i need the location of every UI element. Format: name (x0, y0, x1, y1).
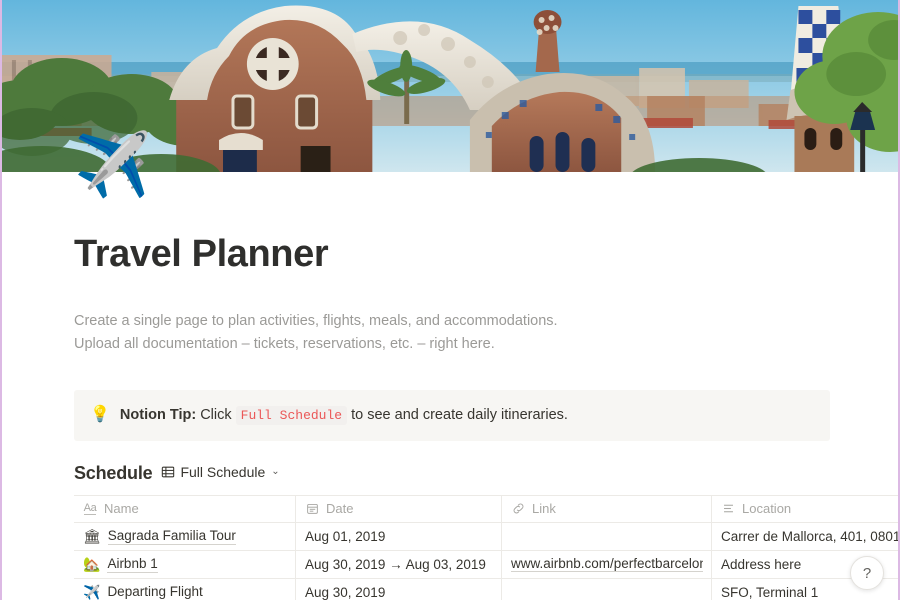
cell-name[interactable]: 🏡 Airbnb 1 (74, 551, 296, 578)
callout-before-code: Click (196, 407, 235, 423)
page-content: Travel Planner Create a single page to p… (2, 234, 898, 600)
row-emoji-icon: 🏡 (83, 556, 100, 573)
column-header-date[interactable]: Date (296, 496, 502, 522)
callout-text: Notion Tip: Click Full Schedule to see a… (120, 405, 568, 426)
page-title[interactable]: Travel Planner (74, 234, 826, 276)
schedule-header-row: Schedule Full Schedule ⌄ (74, 463, 826, 484)
column-header-name-label: Name (104, 501, 139, 516)
callout-lead: Notion Tip: (120, 407, 196, 423)
page-description-line-2: Upload all documentation – tickets, rese… (74, 333, 826, 356)
column-header-link[interactable]: Link (502, 496, 712, 522)
row-title[interactable]: Sagrada Familia Tour (108, 528, 236, 545)
cell-date[interactable]: Aug 30, 2019 (296, 579, 502, 600)
row-emoji-icon: ✈️ (83, 584, 100, 600)
schedule-table: Aa Name Date (74, 495, 900, 600)
row-title[interactable]: Airbnb 1 (107, 556, 157, 573)
cell-location[interactable]: Carrer de Mallorca, 401, 08013 B (712, 523, 900, 550)
calendar-icon (305, 502, 319, 516)
notion-tip-callout[interactable]: 💡 Notion Tip: Click Full Schedule to see… (74, 390, 830, 441)
row-emoji-icon: 🏛 (83, 528, 101, 545)
full-schedule-view-link[interactable]: Full Schedule ⌄ (161, 464, 279, 480)
callout-after-code: to see and create daily itineraries. (347, 407, 568, 423)
table-header-row: Aa Name Date (74, 496, 900, 523)
page-description-line-1: Create a single page to plan activities,… (74, 310, 826, 333)
lightbulb-icon: 💡 (90, 405, 110, 425)
row-title[interactable]: Departing Flight (107, 584, 202, 600)
chevron-down-icon: ⌄ (271, 466, 279, 477)
cell-name[interactable]: 🏛 Sagrada Familia Tour (74, 523, 296, 550)
page-icon-airplane[interactable]: ✈️ (74, 130, 146, 202)
schedule-heading[interactable]: Schedule (74, 463, 152, 484)
page-description[interactable]: Create a single page to plan activities,… (74, 310, 826, 357)
column-header-name[interactable]: Aa Name (74, 496, 296, 522)
cell-date[interactable]: Aug 30, 2019 → Aug 03, 2019 (296, 551, 502, 578)
cell-link[interactable]: www.airbnb.com/perfectbarcelonah (502, 551, 712, 578)
help-button[interactable]: ? (850, 556, 884, 590)
cell-link[interactable] (502, 523, 712, 550)
text-lines-icon (721, 502, 735, 516)
column-header-link-label: Link (532, 501, 556, 516)
column-header-location-label: Location (742, 501, 791, 516)
row-link[interactable]: www.airbnb.com/perfectbarcelonah (511, 556, 703, 572)
full-schedule-label: Full Schedule (180, 464, 265, 480)
table-grid-icon (161, 465, 175, 479)
cell-date[interactable]: Aug 01, 2019 (296, 523, 502, 550)
link-icon (511, 502, 525, 516)
table-row[interactable]: ✈️ Departing Flight Aug 30, 2019 SFO, Te… (74, 579, 900, 600)
notion-page: ✈️ Travel Planner Create a single page t… (0, 0, 900, 600)
cell-link[interactable] (502, 579, 712, 600)
title-aa-icon: Aa (83, 502, 97, 516)
cell-name[interactable]: ✈️ Departing Flight (74, 579, 296, 600)
table-row[interactable]: 🏡 Airbnb 1 Aug 30, 2019 → Aug 03, 2019 w… (74, 551, 900, 579)
callout-code-chip[interactable]: Full Schedule (236, 406, 347, 425)
column-header-date-label: Date (326, 501, 353, 516)
table-row[interactable]: 🏛 Sagrada Familia Tour Aug 01, 2019 Carr… (74, 523, 900, 551)
column-header-location[interactable]: Location (712, 496, 900, 522)
